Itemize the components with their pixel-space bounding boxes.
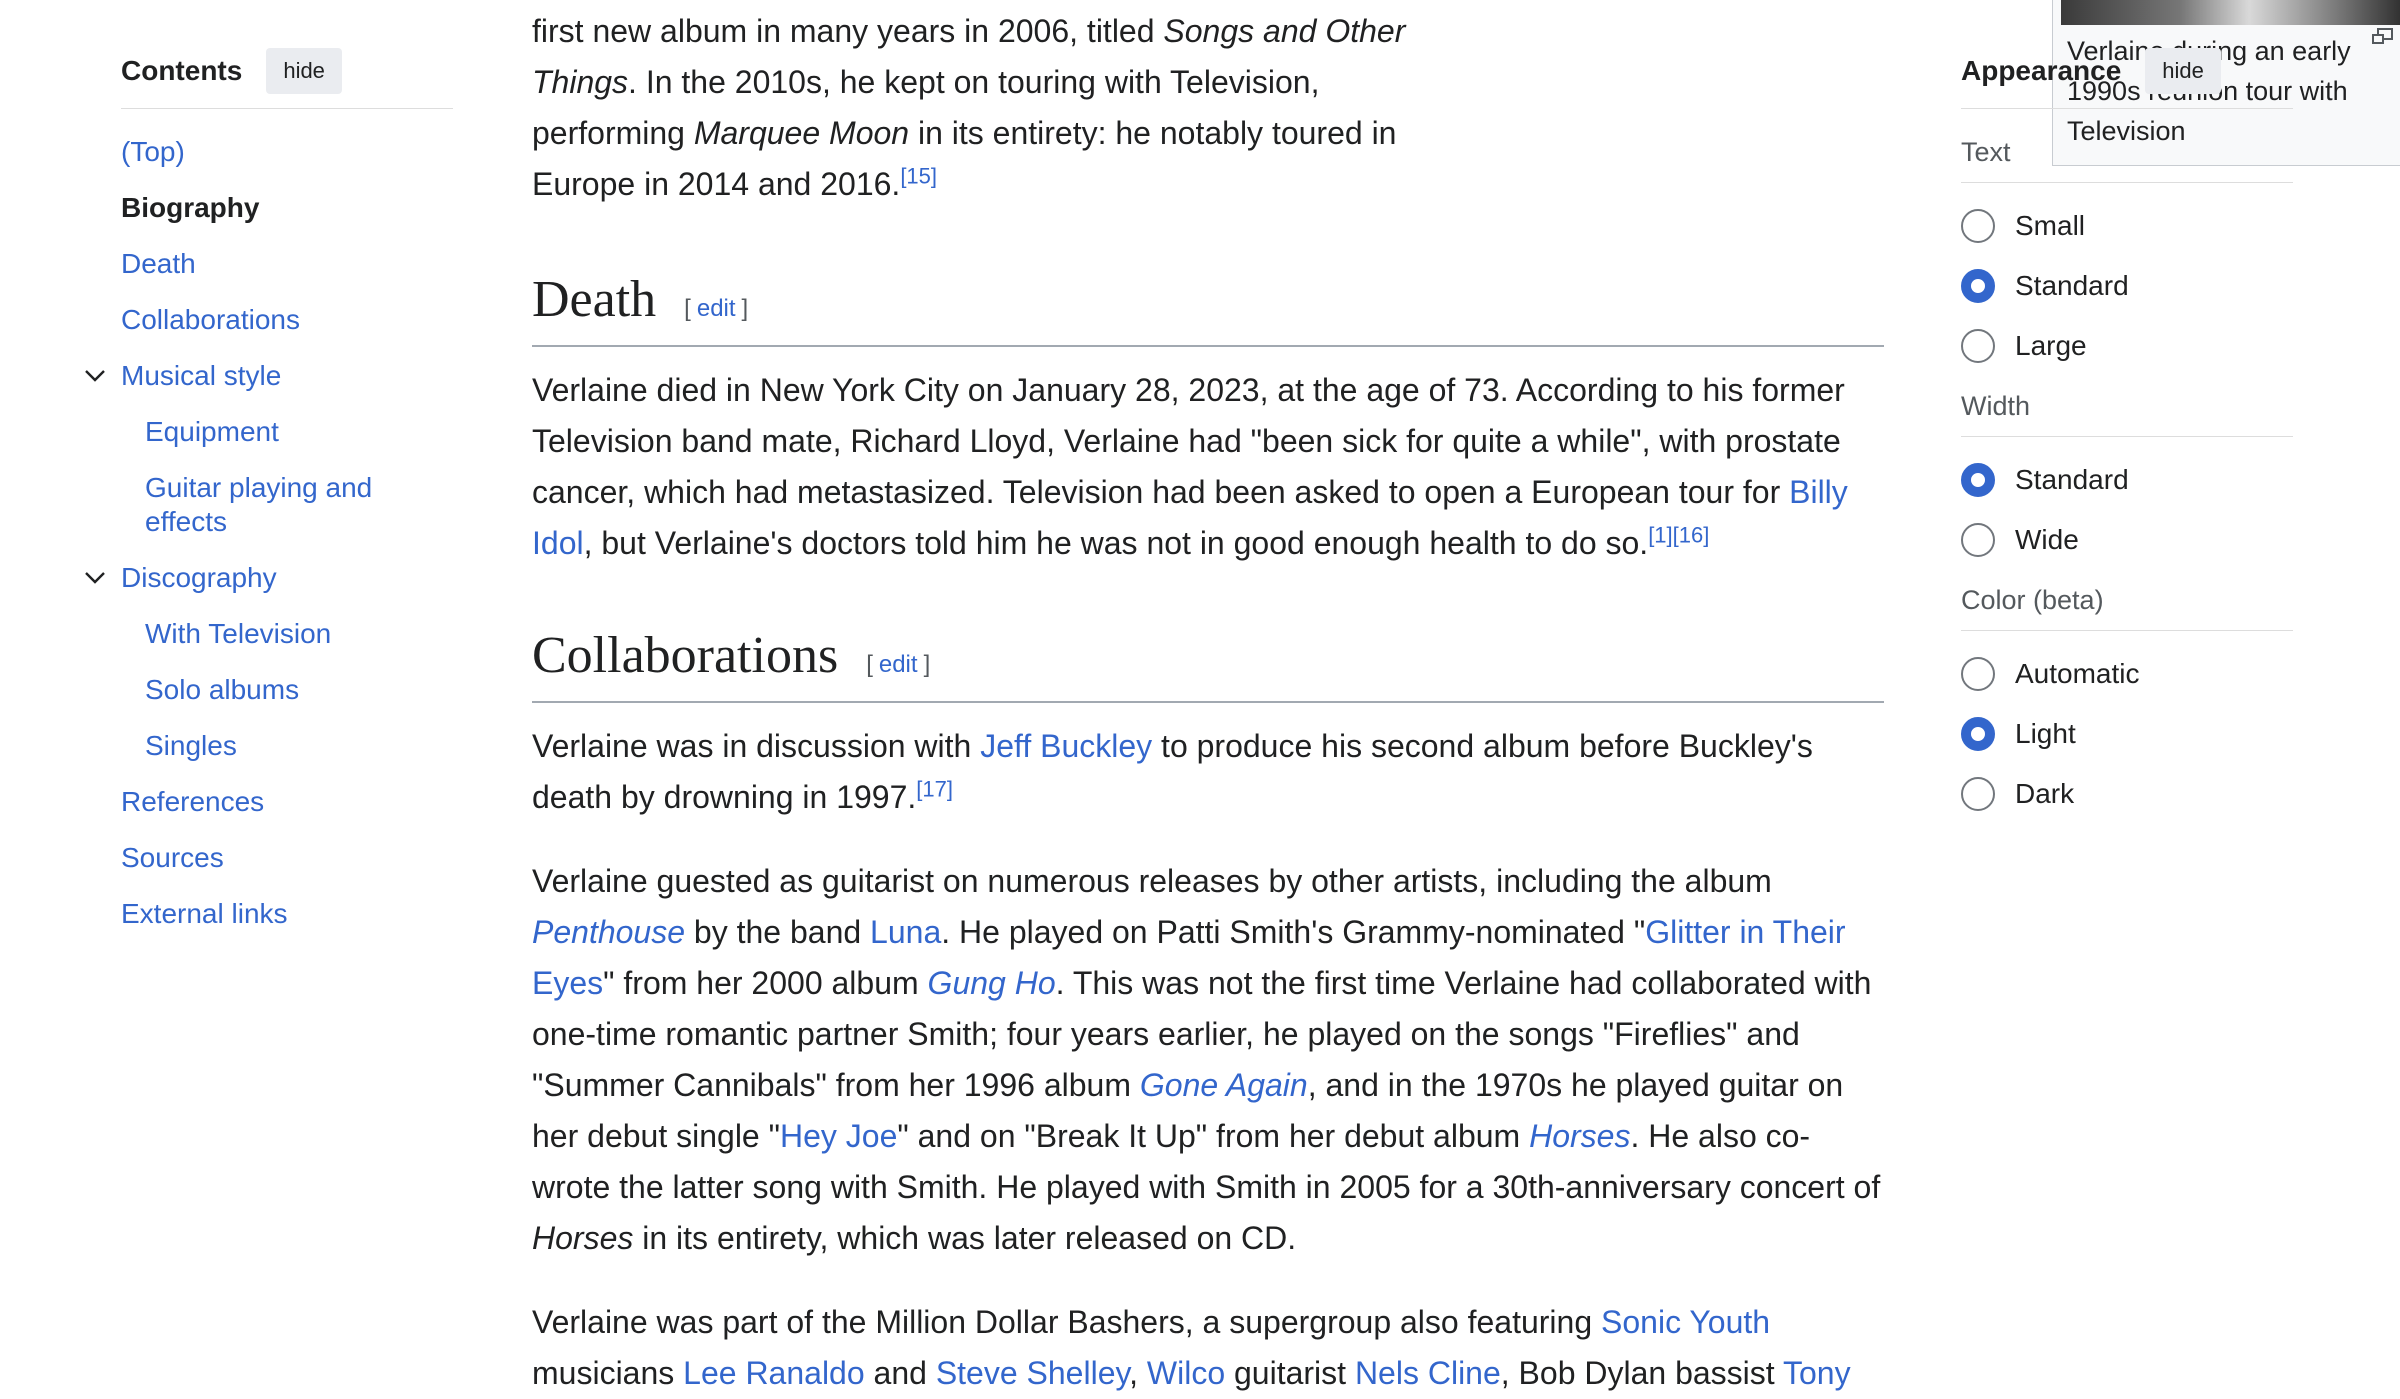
edit-section-link: [edit] [684,295,749,322]
toc-list: (Top) Biography Death Collaborations Mus… [85,135,453,931]
link-gone-again[interactable]: Gone Again [1140,1067,1308,1103]
radio-button-checked[interactable] [1961,717,1995,751]
text-size-label: Text [1961,137,2293,183]
radio-color-automatic[interactable]: Automatic [1961,657,2293,691]
appearance-hide-button[interactable]: hide [2145,48,2221,94]
radio-button[interactable] [1961,209,1995,243]
link-sonic-youth[interactable]: Sonic Youth [1601,1304,1770,1340]
link-luna[interactable]: Luna [870,914,941,950]
link-lee-ranaldo[interactable]: Lee Ranaldo [683,1355,864,1391]
radio-width-wide[interactable]: Wide [1961,523,2293,557]
radio-width-standard[interactable]: Standard [1961,463,2293,497]
section-heading-death: Death[edit] [532,270,1884,347]
section-heading-collaborations: Collaborations[edit] [532,626,1884,703]
radio-button[interactable] [1961,329,1995,363]
section-death: Death[edit] Verlaine died in New York Ci… [532,270,1884,569]
radio-text-standard[interactable]: Standard [1961,269,2293,303]
toc-item-death[interactable]: Death [121,247,453,281]
link-wilco[interactable]: Wilco [1147,1355,1225,1391]
radio-color-dark[interactable]: Dark [1961,777,2293,811]
chevron-down-icon[interactable] [83,363,107,387]
radio-button[interactable] [1961,777,1995,811]
width-label: Width [1961,391,2293,437]
radio-button[interactable] [1961,523,1995,557]
link-hey-joe[interactable]: Hey Joe [780,1118,897,1154]
toc-item-equipment[interactable]: Equipment [121,415,453,449]
collab-paragraph-1: Verlaine was in discussion with Jeff Buc… [532,728,1813,815]
reference-link[interactable]: [17] [916,776,953,801]
link-horses[interactable]: Horses [1529,1118,1630,1154]
chevron-down-icon[interactable] [83,565,107,589]
color-label: Color (beta) [1961,585,2293,631]
radio-color-light[interactable]: Light [1961,717,2293,751]
toc-item-guitar-playing[interactable]: Guitar playing and effects [121,471,453,539]
radio-text-large[interactable]: Large [1961,329,2293,363]
reference-link[interactable]: [15] [900,163,937,188]
intro-paragraph: first new album in many years in 2006, t… [532,13,1406,202]
intro-paragraph-wrap: first new album in many years in 2006, t… [532,6,1432,210]
toc-item-biography[interactable]: Biography [121,191,453,225]
toc-item-with-television[interactable]: With Television [121,617,453,651]
toc-hide-button[interactable]: hide [266,48,342,94]
toc-item-singles[interactable]: Singles [121,729,453,763]
toc-header: Contents hide [121,48,453,109]
death-paragraph: Verlaine died in New York City on Januar… [532,372,1848,561]
enlarge-icon[interactable] [2371,27,2395,47]
toc-item-solo-albums[interactable]: Solo albums [121,673,453,707]
appearance-panel: Appearance hide Text Small Standard Larg… [1961,48,2293,811]
collab-paragraph-2: Verlaine guested as guitarist on numerou… [532,863,1881,1256]
appearance-header: Appearance hide [1961,48,2293,109]
toc-item-musical-style[interactable]: Musical style [85,359,453,393]
toc-item-discography[interactable]: Discography [85,561,453,595]
reference-link[interactable]: [1][16] [1648,522,1709,547]
toc-item-collaborations[interactable]: Collaborations [121,303,453,337]
appearance-title: Appearance [1961,55,2122,86]
toc-title: Contents [121,55,243,86]
link-jeff-buckley[interactable]: Jeff Buckley [980,728,1152,764]
toc-item-references[interactable]: References [121,785,453,819]
radio-text-small[interactable]: Small [1961,209,2293,243]
table-of-contents: Contents hide (Top) Biography Death Coll… [85,48,453,953]
edit-section-link: [edit] [866,651,931,678]
collab-paragraph-3: Verlaine was part of the Million Dollar … [532,1304,1851,1391]
link-gung-ho[interactable]: Gung Ho [928,965,1056,1001]
toc-item-external-links[interactable]: External links [121,897,453,931]
link-steve-shelley[interactable]: Steve Shelley [936,1355,1129,1391]
link-tony[interactable]: Tony [1783,1355,1851,1391]
toc-item-top[interactable]: (Top) [121,135,453,169]
link-penthouse[interactable]: Penthouse [532,914,685,950]
link-nels-cline[interactable]: Nels Cline [1355,1355,1501,1391]
radio-button-checked[interactable] [1961,269,1995,303]
radio-button[interactable] [1961,657,1995,691]
radio-button-checked[interactable] [1961,463,1995,497]
section-collaborations: Collaborations[edit] Verlaine was in dis… [532,626,1884,1399]
toc-item-sources[interactable]: Sources [121,841,453,875]
figure-image[interactable] [2061,0,2400,25]
